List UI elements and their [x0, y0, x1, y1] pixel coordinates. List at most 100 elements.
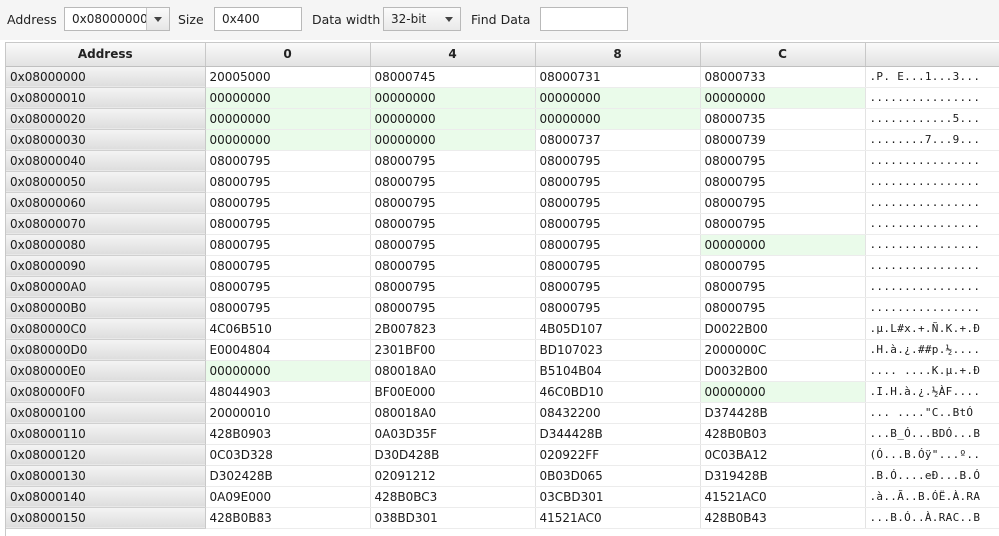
address-cell[interactable]: 0x08000110 — [6, 423, 206, 445]
column-header-ascii[interactable] — [865, 43, 999, 67]
data-cell-offset-0[interactable]: 08000795 — [205, 150, 371, 172]
ascii-cell[interactable]: ........7...9... — [865, 129, 999, 151]
data-cell-offset-c[interactable]: D374428B — [700, 402, 866, 424]
table-row[interactable]: 0x08000040 08000795 08000795 08000795 080007… — [6, 150, 999, 172]
table-row[interactable]: 0x08000020 00000000 00000000 00000000 080007… — [6, 108, 999, 130]
data-cell-offset-4[interactable]: 02091212 — [370, 465, 536, 487]
data-cell-offset-8[interactable]: 41521AC0 — [535, 507, 701, 529]
data-cell-offset-4[interactable]: 08000795 — [370, 192, 536, 214]
address-cell[interactable]: 0x08000150 — [6, 507, 206, 529]
data-cell-offset-8[interactable]: 08000795 — [535, 213, 701, 235]
data-cell-offset-c[interactable]: 08000739 — [700, 129, 866, 151]
data-cell-offset-c[interactable]: 08000795 — [700, 297, 866, 319]
ascii-cell[interactable]: .H.à.¿.##p.½.... — [865, 339, 999, 361]
ascii-cell[interactable]: ................ — [865, 234, 999, 256]
data-cell-offset-c[interactable]: 08000795 — [700, 255, 866, 277]
data-cell-offset-c[interactable]: 2000000C — [700, 339, 866, 361]
address-cell[interactable]: 0x080000A0 — [6, 276, 206, 298]
table-row[interactable]: 0x08000110 428B0903 0A03D35F D344428B 428B0B… — [6, 423, 999, 445]
data-cell-offset-4[interactable]: BF00E000 — [370, 381, 536, 403]
address-cell[interactable]: 0x08000090 — [6, 255, 206, 277]
address-cell[interactable]: 0x08000100 — [6, 402, 206, 424]
table-row[interactable]: 0x080000C0 4C06B510 2B007823 4B05D107 D0022B… — [6, 318, 999, 340]
table-row[interactable]: 0x080000A0 08000795 08000795 08000795 080007… — [6, 276, 999, 298]
data-cell-offset-c[interactable]: 08000733 — [700, 66, 866, 88]
data-cell-offset-0[interactable]: 00000000 — [205, 87, 371, 109]
column-header-offset-0[interactable]: 0 — [205, 43, 371, 67]
data-cell-offset-8[interactable]: 08432200 — [535, 402, 701, 424]
data-cell-offset-4[interactable]: 00000000 — [370, 129, 536, 151]
table-row[interactable]: 0x08000080 08000795 08000795 08000795 000000… — [6, 234, 999, 256]
column-header-offset-8[interactable]: 8 — [535, 43, 701, 67]
data-cell-offset-0[interactable]: 48044903 — [205, 381, 371, 403]
data-cell-offset-c[interactable]: 08000795 — [700, 192, 866, 214]
chevron-down-icon[interactable] — [146, 8, 169, 30]
address-cell[interactable]: 0x08000030 — [6, 129, 206, 151]
data-cell-offset-4[interactable]: 08000795 — [370, 255, 536, 277]
ascii-cell[interactable]: (Ó...B.Óÿ"...º.. — [865, 444, 999, 466]
table-row[interactable]: 0x08000090 08000795 08000795 08000795 080007… — [6, 255, 999, 277]
ascii-cell[interactable]: ............5... — [865, 108, 999, 130]
ascii-cell[interactable]: ...B.Ó..À.RAC..B — [865, 507, 999, 529]
address-cell[interactable]: 0x080000D0 — [6, 339, 206, 361]
data-cell-offset-8[interactable]: B5104B04 — [535, 360, 701, 382]
data-cell-offset-4[interactable]: 08000795 — [370, 150, 536, 172]
address-cell[interactable]: 0x08000080 — [6, 234, 206, 256]
address-cell[interactable]: 0x08000000 — [6, 66, 206, 88]
data-cell-offset-c[interactable]: 08000795 — [700, 150, 866, 172]
find-data-input[interactable] — [540, 7, 628, 31]
ascii-cell[interactable]: .... ....K.µ.+.Ð — [865, 360, 999, 382]
data-cell-offset-8[interactable]: BD107023 — [535, 339, 701, 361]
data-cell-offset-4[interactable]: 2B007823 — [370, 318, 536, 340]
ascii-cell[interactable]: .P. E...1...3... — [865, 66, 999, 88]
data-cell-offset-8[interactable]: 0B03D065 — [535, 465, 701, 487]
ascii-cell[interactable]: .I.H.à.¿.½ÀF.... — [865, 381, 999, 403]
data-cell-offset-0[interactable]: 08000795 — [205, 234, 371, 256]
data-cell-offset-8[interactable]: 08000795 — [535, 276, 701, 298]
ascii-cell[interactable]: ... ...."C..BtÓ — [865, 402, 999, 424]
data-cell-offset-4[interactable]: 080018A0 — [370, 360, 536, 382]
data-cell-offset-8[interactable]: 08000737 — [535, 129, 701, 151]
data-cell-offset-8[interactable]: 08000795 — [535, 297, 701, 319]
address-cell[interactable]: 0x08000060 — [6, 192, 206, 214]
data-cell-offset-0[interactable]: 428B0B83 — [205, 507, 371, 529]
data-cell-offset-8[interactable]: 08000795 — [535, 234, 701, 256]
ascii-cell[interactable]: ................ — [865, 297, 999, 319]
data-cell-offset-8[interactable]: 020922FF — [535, 444, 701, 466]
column-header-offset-4[interactable]: 4 — [370, 43, 536, 67]
table-row[interactable]: 0x080000B0 08000795 08000795 08000795 080007… — [6, 297, 999, 319]
data-cell-offset-c[interactable]: D319428B — [700, 465, 866, 487]
data-cell-offset-0[interactable]: 08000795 — [205, 255, 371, 277]
data-cell-offset-4[interactable]: 00000000 — [370, 108, 536, 130]
data-cell-offset-c[interactable]: 428B0B03 — [700, 423, 866, 445]
data-cell-offset-4[interactable]: 0A03D35F — [370, 423, 536, 445]
table-row[interactable]: 0x080000D0 E0004804 2301BF00 BD107023 200000… — [6, 339, 999, 361]
column-header-address[interactable]: Address — [6, 43, 206, 67]
ascii-cell[interactable]: ................ — [865, 255, 999, 277]
table-row[interactable]: 0x08000000 20005000 08000745 08000731 080007… — [6, 66, 999, 88]
data-cell-offset-4[interactable]: 428B0BC3 — [370, 486, 536, 508]
table-row[interactable]: 0x08000060 08000795 08000795 08000795 080007… — [6, 192, 999, 214]
data-cell-offset-c[interactable]: 00000000 — [700, 234, 866, 256]
data-cell-offset-0[interactable]: 08000795 — [205, 213, 371, 235]
address-cell[interactable]: 0x08000050 — [6, 171, 206, 193]
data-cell-offset-4[interactable]: 08000795 — [370, 171, 536, 193]
data-cell-offset-4[interactable]: D30D428B — [370, 444, 536, 466]
data-cell-offset-4[interactable]: 08000795 — [370, 297, 536, 319]
data-cell-offset-8[interactable]: 46C0BD10 — [535, 381, 701, 403]
memory-grid[interactable]: Address 0 4 8 C 0x08000000 20005000 080007… — [5, 42, 999, 536]
address-cell[interactable]: 0x080000E0 — [6, 360, 206, 382]
address-cell[interactable]: 0x08000070 — [6, 213, 206, 235]
data-cell-offset-0[interactable]: 428B0903 — [205, 423, 371, 445]
ascii-cell[interactable]: .B.Ó....eÐ...B.Ó — [865, 465, 999, 487]
column-header-offset-c[interactable]: C — [700, 43, 866, 67]
data-cell-offset-8[interactable]: D344428B — [535, 423, 701, 445]
table-row[interactable]: 0x080000E0 00000000 080018A0 B5104B04 D0032B… — [6, 360, 999, 382]
data-cell-offset-4[interactable]: 00000000 — [370, 87, 536, 109]
data-cell-offset-0[interactable]: 08000795 — [205, 192, 371, 214]
data-cell-offset-4[interactable]: 08000795 — [370, 276, 536, 298]
data-cell-offset-c[interactable]: 0C03BA12 — [700, 444, 866, 466]
ascii-cell[interactable]: ................ — [865, 192, 999, 214]
data-cell-offset-c[interactable]: 08000795 — [700, 276, 866, 298]
table-row[interactable]: 0x08000070 08000795 08000795 08000795 080007… — [6, 213, 999, 235]
